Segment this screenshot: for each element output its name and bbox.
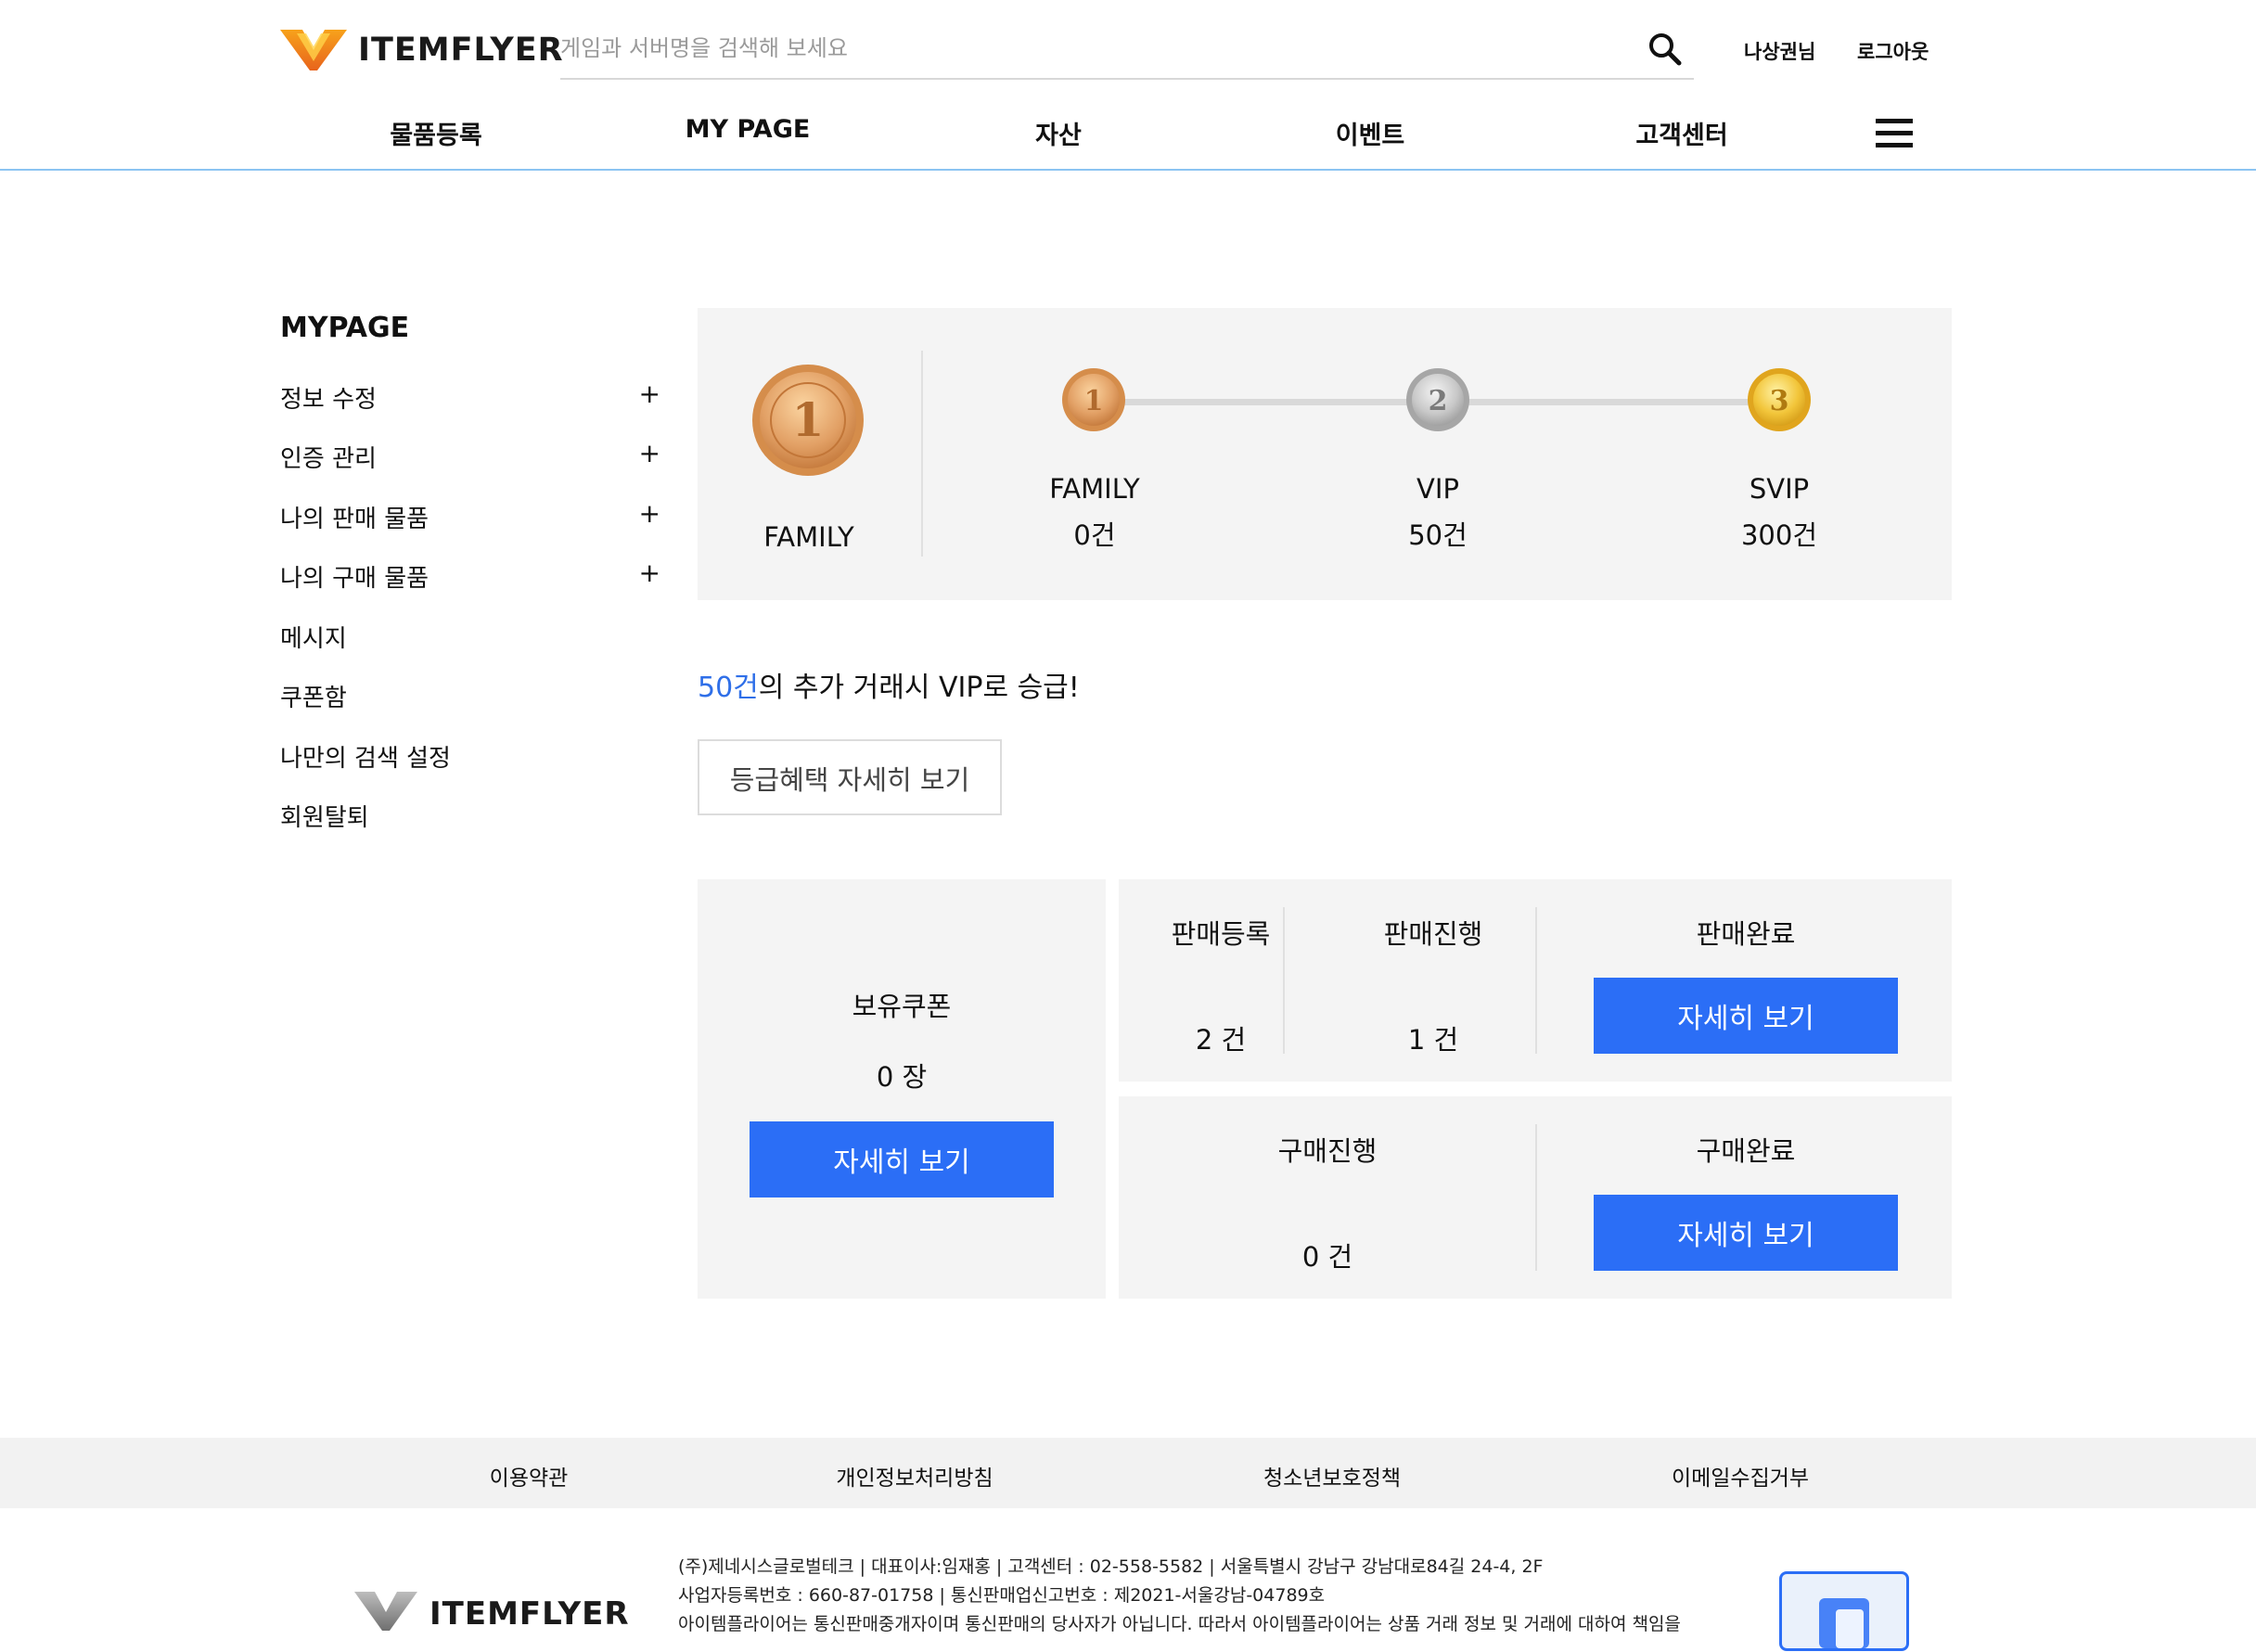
medal-number: 1 — [792, 392, 825, 447]
purchase-completed-detail-button[interactable]: 자세히 보기 — [1594, 1195, 1898, 1271]
footer-link-email-refusal[interactable]: 이메일수집거부 — [1583, 1460, 1898, 1492]
footer-registration-info: 사업자등록번호 : 660-87-01758 | 통신판매업신고번호 : 제20… — [678, 1585, 1326, 1606]
footer-link-youth-policy[interactable]: 청소년보호정책 — [1174, 1460, 1490, 1492]
medal-number: 3 — [1770, 385, 1789, 417]
grade-level-count: 0건 — [1073, 519, 1116, 551]
current-grade-label: FAMILY — [763, 521, 854, 553]
sidebar-item-withdraw[interactable]: 회원탈퇴 — [280, 799, 660, 836]
footer-logo-icon — [354, 1592, 417, 1631]
sidebar-item-my-sales[interactable]: 나의 판매 물품 + — [280, 498, 660, 537]
vip-medal-icon: 2 — [1406, 368, 1469, 431]
certification-badge-icon[interactable] — [1779, 1571, 1909, 1651]
nav-item-register[interactable]: 물품등록 — [315, 115, 557, 151]
sidebar-item-my-purchases[interactable]: 나의 구매 물품 + — [280, 557, 660, 596]
sidebar-item-label: 메시지 — [280, 625, 347, 653]
footer-link-terms[interactable]: 이용약관 — [371, 1460, 686, 1492]
medal-number: 2 — [1429, 385, 1448, 417]
promotion-message: 50건의 추가 거래시 VIP로 승급! — [698, 664, 1080, 705]
sidebar-item-label: 나의 구매 물품 — [280, 565, 429, 593]
nav-item-events[interactable]: 이벤트 — [1250, 115, 1491, 151]
sidebar-item-label: 쿠폰함 — [280, 685, 347, 712]
grade-benefits-button[interactable]: 등급혜택 자세히 보기 — [698, 739, 1002, 815]
sidebar-item-label: 나만의 검색 설정 — [280, 745, 451, 773]
expand-icon[interactable]: + — [639, 557, 660, 588]
grade-level-count: 50건 — [1408, 519, 1468, 551]
purchase-in-progress-label: 구매진행 — [1277, 1135, 1378, 1167]
brand-name[interactable]: ITEMFLYER — [358, 32, 564, 69]
logout-link[interactable]: 로그아웃 — [1857, 37, 1929, 65]
grade-level-label: FAMILY — [1049, 473, 1140, 505]
promotion-highlight: 50건 — [698, 672, 759, 704]
sidebar-title: MYPAGE — [280, 312, 410, 344]
grade-progress-line — [1461, 399, 1758, 405]
divider — [1283, 907, 1285, 1054]
expand-icon[interactable]: + — [639, 498, 660, 529]
grade-divider — [921, 351, 923, 557]
sales-in-progress-label: 판매진행 — [1383, 918, 1483, 950]
itemflyer-logo-icon[interactable] — [278, 24, 349, 72]
sidebar-item-label: 인증 관리 — [280, 445, 377, 473]
expand-icon[interactable]: + — [639, 438, 660, 468]
sales-completed-label: 판매완료 — [1696, 918, 1796, 950]
nav-item-support[interactable]: 고객센터 — [1561, 115, 1802, 151]
grade-level-label: SVIP — [1749, 473, 1810, 505]
medal-number: 1 — [1084, 385, 1104, 417]
promotion-text: 의 추가 거래시 VIP로 승급! — [758, 672, 1080, 704]
sales-registered-label: 판매등록 — [1171, 918, 1271, 950]
expand-icon[interactable]: + — [639, 378, 660, 409]
footer-company-info: (주)제네시스글로벌테크 | 대표이사:임재홍 | 고객센터 : 02-558-… — [678, 1556, 1544, 1577]
menu-icon[interactable] — [1876, 119, 1913, 148]
footer-brand-name: ITEMFLYER — [429, 1595, 630, 1633]
search-bar — [560, 20, 1694, 80]
purchase-completed-label: 구매완료 — [1696, 1135, 1796, 1167]
svip-medal-icon: 3 — [1748, 368, 1811, 431]
sidebar-item-label: 정보 수정 — [280, 386, 377, 414]
divider — [1535, 907, 1537, 1054]
sidebar-item-coupons[interactable]: 쿠폰함 — [280, 679, 660, 716]
grade-level-label: VIP — [1416, 473, 1459, 505]
sidebar-item-auth[interactable]: 인증 관리 + — [280, 438, 660, 477]
divider — [1535, 1124, 1537, 1271]
footer-disclaimer: 아이템플라이어는 통신판매중개자이며 통신판매의 당사자가 아닙니다. 따라서 … — [678, 1614, 1681, 1634]
sales-in-progress-count: 1 건 — [1407, 1024, 1459, 1056]
sidebar-item-search-settings[interactable]: 나만의 검색 설정 — [280, 739, 660, 776]
badge-graphic — [1819, 1598, 1869, 1648]
coupon-detail-button[interactable]: 자세히 보기 — [750, 1121, 1054, 1197]
current-grade-medal-icon: 1 — [752, 365, 864, 476]
purchase-in-progress-count: 0 건 — [1301, 1241, 1353, 1273]
sales-registered-count: 2 건 — [1195, 1024, 1247, 1056]
grade-progress-line — [1118, 399, 1415, 405]
site-header: ITEMFLYER 나상권님 로그아웃 물품등록 MY PAGE 자산 이벤트 … — [0, 0, 2256, 171]
nav-item-mypage[interactable]: MY PAGE — [627, 115, 868, 144]
sales-completed-detail-button[interactable]: 자세히 보기 — [1594, 978, 1898, 1054]
grade-level-count: 300건 — [1740, 519, 1818, 551]
search-icon[interactable] — [1646, 30, 1685, 69]
footer-links-bar: 이용약관 개인정보처리방침 청소년보호정책 이메일수집거부 — [0, 1438, 2256, 1508]
nav-item-assets[interactable]: 자산 — [938, 115, 1179, 151]
sidebar-item-edit-info[interactable]: 정보 수정 + — [280, 378, 660, 417]
search-input[interactable] — [560, 28, 1599, 69]
footer-link-privacy[interactable]: 개인정보처리방침 — [757, 1460, 1072, 1492]
grade-panel — [698, 308, 1952, 600]
user-name[interactable]: 나상권님 — [1744, 37, 1815, 65]
sidebar-item-label: 회원탈퇴 — [280, 804, 369, 832]
sidebar-item-label: 나의 판매 물품 — [280, 506, 429, 533]
sidebar-item-messages[interactable]: 메시지 — [280, 620, 660, 657]
coupon-label: 보유쿠폰 — [852, 991, 952, 1022]
family-medal-icon: 1 — [1062, 368, 1125, 431]
coupon-count: 0 장 — [876, 1061, 928, 1093]
